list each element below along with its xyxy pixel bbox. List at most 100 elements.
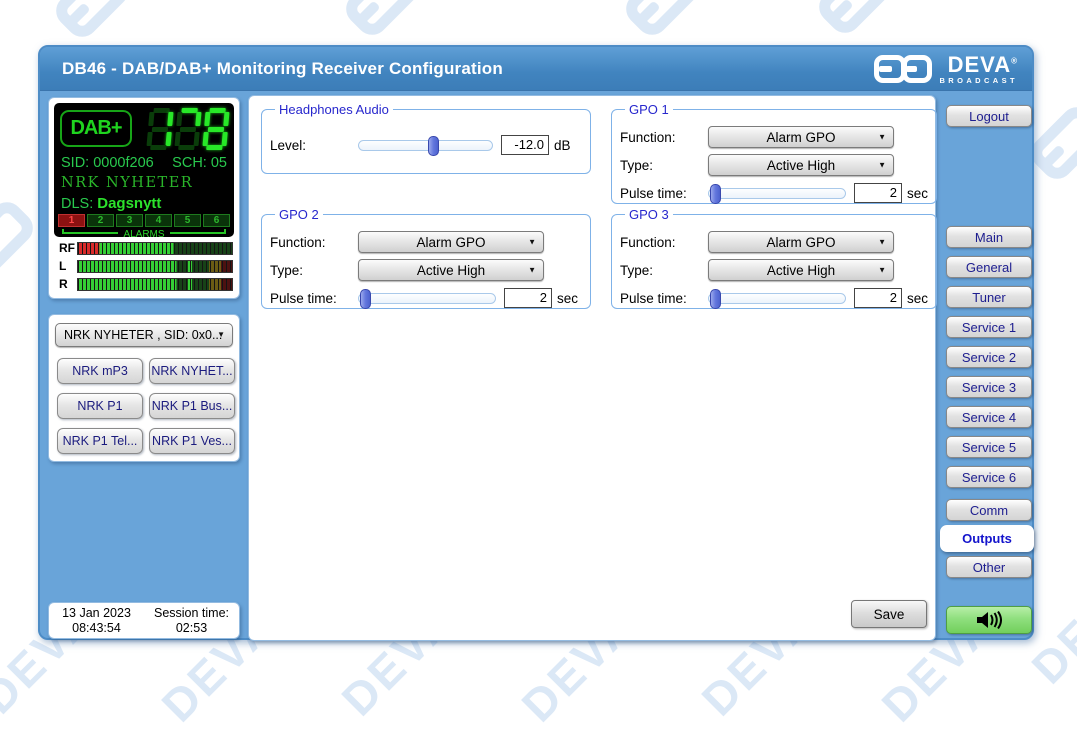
main-panel: Headphones Audio Level: -12.0 dB GPO 1 F… — [248, 95, 936, 641]
gpo3-pulse-value-input[interactable]: 2 — [854, 288, 902, 308]
chevron-down-icon: ▼ — [528, 266, 536, 275]
lcd-frequency-digits — [148, 108, 228, 150]
gpo2-type-select[interactable]: Active High ▼ — [358, 259, 544, 281]
sidebar-item-service2[interactable]: Service 2 — [946, 346, 1032, 368]
service-button-5[interactable]: NRK P1 Tel... — [57, 428, 143, 454]
gpo1-pulse-value-input[interactable]: 2 — [854, 183, 902, 203]
rf-meter — [77, 242, 233, 255]
gpo2-pulse-value-input[interactable]: 2 — [504, 288, 552, 308]
alarm-cell: 4 — [145, 214, 172, 227]
lcd-station-name: NRK NYHETER — [61, 175, 193, 191]
service-button-1[interactable]: NRK mP3 — [57, 358, 143, 384]
sidebar-item-tuner[interactable]: Tuner — [946, 286, 1032, 308]
page-title: DB46 - DAB/DAB+ Monitoring Receiver Conf… — [62, 47, 503, 90]
gpo3-function-select[interactable]: Alarm GPO ▼ — [708, 231, 894, 253]
gpo2-group: GPO 2 Function: Alarm GPO ▼ Type: Active… — [261, 207, 591, 309]
service-button-4[interactable]: NRK P1 Bus... — [149, 393, 235, 419]
deva-watermark — [0, 196, 39, 281]
chevron-down-icon: ▼ — [878, 133, 886, 142]
service-button-2[interactable]: NRK NYHET... — [149, 358, 235, 384]
sidebar-item-service4[interactable]: Service 4 — [946, 406, 1032, 428]
sidebar-item-general[interactable]: General — [946, 256, 1032, 278]
session-time-value: 02:53 — [144, 621, 239, 636]
gpo1-group: GPO 1 Function: Alarm GPO ▼ Type: Active… — [611, 102, 937, 204]
deva-watermark — [620, 0, 705, 41]
level-unit: dB — [554, 138, 571, 153]
deva-watermark — [50, 0, 135, 43]
alarm-cell: 1 — [58, 214, 85, 227]
right-audio-meter — [77, 278, 233, 291]
rf-meter-label: RF — [59, 241, 77, 255]
audio-monitor-button[interactable] — [946, 606, 1032, 634]
gpo2-function-select[interactable]: Alarm GPO ▼ — [358, 231, 544, 253]
sidebar-item-outputs[interactable]: Outputs — [940, 525, 1034, 552]
sidebar-item-service5[interactable]: Service 5 — [946, 436, 1032, 458]
headphones-audio-group: Headphones Audio Level: -12.0 dB — [261, 102, 591, 174]
alarms-label: ALARMS — [123, 230, 164, 237]
lcd-panel: DAB+ SID: 0000f206 SCH: 05 NRK NYHETER D… — [48, 97, 240, 299]
sidebar-item-main[interactable]: Main — [946, 226, 1032, 248]
alarm-cell: 6 — [203, 214, 230, 227]
date-value: 13 Jan 2023 — [49, 606, 144, 621]
service-button-6[interactable]: NRK P1 Ves... — [149, 428, 235, 454]
deva-watermark — [340, 0, 425, 41]
datetime-panel: 13 Jan 2023 08:43:54 Session time: 02:53 — [48, 602, 240, 639]
lcd-digit — [174, 108, 202, 150]
service-button-3[interactable]: NRK P1 — [57, 393, 143, 419]
sch-value: 05 — [211, 155, 227, 171]
chevron-down-icon: ▼ — [878, 266, 886, 275]
lcd-digit — [202, 108, 230, 150]
lcd-digit — [146, 108, 174, 150]
headphones-audio-legend: Headphones Audio — [275, 102, 393, 117]
sidebar-item-service3[interactable]: Service 3 — [946, 376, 1032, 398]
gpo1-pulse-slider[interactable] — [708, 188, 846, 199]
gpo2-pulse-slider[interactable] — [358, 293, 496, 304]
gpo3-type-select[interactable]: Active High ▼ — [708, 259, 894, 281]
services-panel: NRK NYHETER , SID: 0x0... ▼ NRK mP3 NRK … — [48, 314, 240, 462]
lcd-dls-line: DLS:Dagsnytt — [61, 195, 161, 212]
sidebar-item-service6[interactable]: Service 6 — [946, 466, 1032, 488]
sid-value: 0000f206 — [93, 155, 153, 171]
db-logo-icon — [874, 55, 932, 83]
save-button[interactable]: Save — [851, 600, 927, 628]
titlebar: DB46 - DAB/DAB+ Monitoring Receiver Conf… — [40, 47, 1032, 91]
dab-plus-logo: DAB+ — [60, 110, 132, 147]
right-meter-label: R — [59, 277, 77, 291]
chevron-down-icon: ▼ — [878, 161, 886, 170]
logout-button[interactable]: Logout — [946, 105, 1032, 127]
left-audio-meter — [77, 260, 233, 273]
alarm-cell: 5 — [174, 214, 201, 227]
gpo2-pulse-slider-thumb[interactable] — [360, 289, 371, 309]
level-slider[interactable] — [358, 140, 493, 151]
lcd-sid-line: SID: 0000f206 SCH: 05 — [61, 155, 227, 171]
level-label: Level: — [270, 138, 358, 153]
app-window: DB46 - DAB/DAB+ Monitoring Receiver Conf… — [38, 45, 1034, 640]
dls-text: Dagsnytt — [97, 195, 161, 212]
time-value: 08:43:54 — [49, 621, 144, 636]
service-select[interactable]: NRK NYHETER , SID: 0x0... ▼ — [55, 323, 233, 347]
chevron-down-icon: ▼ — [878, 238, 886, 247]
alarm-strip: 1 2 3 4 5 6 — [58, 214, 230, 227]
chevron-down-icon: ▼ — [217, 324, 225, 346]
lcd-screen: DAB+ SID: 0000f206 SCH: 05 NRK NYHETER D… — [54, 103, 234, 237]
gpo2-legend: GPO 2 — [275, 207, 323, 222]
level-value-input[interactable]: -12.0 — [501, 135, 549, 155]
gpo3-group: GPO 3 Function: Alarm GPO ▼ Type: Active… — [611, 207, 937, 309]
gpo3-pulse-slider-thumb[interactable] — [710, 289, 721, 309]
chevron-down-icon: ▼ — [528, 238, 536, 247]
gpo3-legend: GPO 3 — [625, 207, 673, 222]
sidebar-item-other[interactable]: Other — [946, 556, 1032, 578]
sidebar-item-comm[interactable]: Comm — [946, 499, 1032, 521]
session-time-label: Session time: — [144, 606, 239, 621]
alarms-bracket: ALARMS — [62, 229, 226, 237]
gpo3-pulse-slider[interactable] — [708, 293, 846, 304]
gpo1-type-select[interactable]: Active High ▼ — [708, 154, 894, 176]
gpo1-pulse-slider-thumb[interactable] — [710, 184, 721, 204]
alarm-cell: 2 — [87, 214, 114, 227]
speaker-icon — [976, 611, 1002, 629]
alarm-cell: 3 — [116, 214, 143, 227]
sidebar-item-service1[interactable]: Service 1 — [946, 316, 1032, 338]
sidebar: Logout Main General Tuner Service 1 Serv… — [940, 47, 1034, 642]
gpo1-function-select[interactable]: Alarm GPO ▼ — [708, 126, 894, 148]
level-slider-thumb[interactable] — [428, 136, 439, 156]
